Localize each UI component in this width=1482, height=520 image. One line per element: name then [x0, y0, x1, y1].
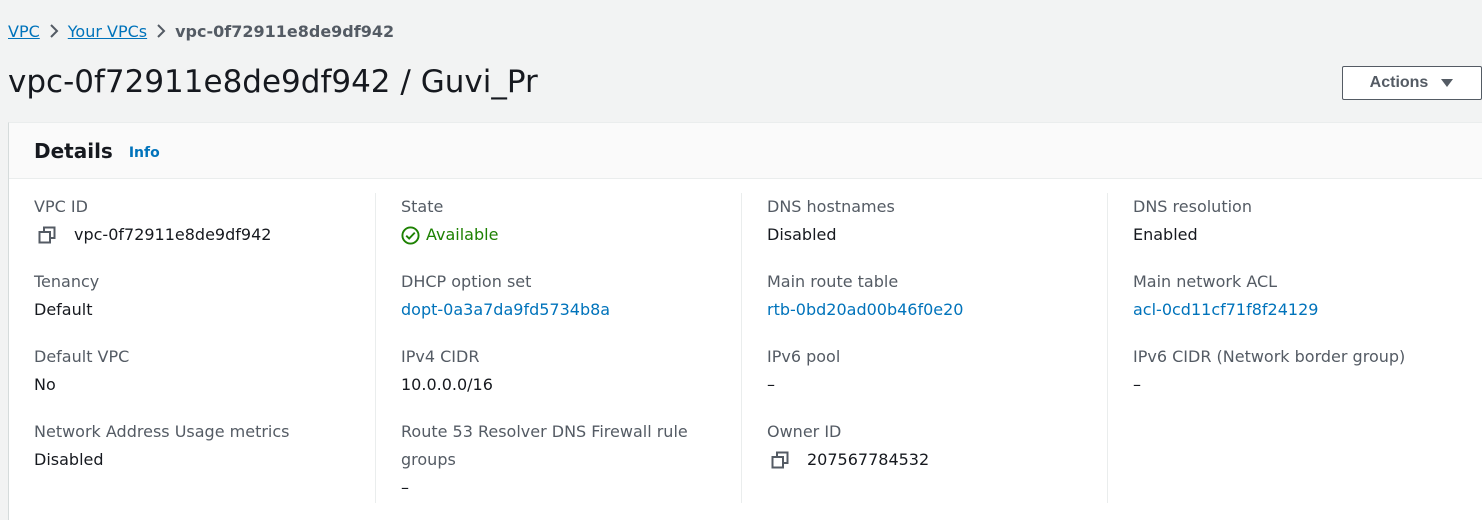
field-value: –: [401, 478, 409, 497]
field-label: IPv6 CIDR (Network border group): [1133, 347, 1406, 366]
status-success-icon: [401, 225, 420, 245]
details-column-1: VPC ID vpc-0f72911e8de9df942 Tenancy Def…: [9, 193, 375, 503]
field-label: IPv6 pool: [767, 347, 841, 366]
status-badge: Available: [426, 225, 499, 244]
field-route53-firewall: Route 53 Resolver DNS Firewall rule grou…: [401, 418, 732, 502]
field-ipv6-pool: IPv6 pool –: [767, 343, 1098, 399]
breadcrumb-link-your-vpcs[interactable]: Your VPCs: [68, 22, 147, 41]
details-heading: Details: [34, 138, 113, 163]
details-header: Details Info: [9, 123, 1482, 179]
field-state: State Available: [401, 193, 732, 249]
details-columns: VPC ID vpc-0f72911e8de9df942 Tenancy Def…: [9, 179, 1482, 519]
field-owner-id: Owner ID 207567784532: [767, 418, 1098, 474]
field-value-row: vpc-0f72911e8de9df942: [34, 221, 365, 249]
field-label: DNS resolution: [1133, 197, 1252, 216]
breadcrumb-link-vpc[interactable]: VPC: [8, 22, 40, 41]
dhcp-option-set-link[interactable]: dopt-0a3a7da9fd5734b8a: [401, 296, 732, 324]
field-label-line-2: groups: [401, 450, 456, 469]
page-title: vpc-0f72911e8de9df942 / Guvi_Pr: [8, 64, 538, 100]
field-label: Default VPC: [34, 347, 130, 366]
details-column-4: DNS resolution Enabled Main network ACL …: [1107, 193, 1474, 503]
breadcrumb-current: vpc-0f72911e8de9df942: [175, 21, 395, 41]
field-ipv6-cidr: IPv6 CIDR (Network border group) –: [1133, 343, 1464, 399]
info-link[interactable]: Info: [129, 145, 160, 161]
field-value-row: Available: [401, 221, 732, 249]
main-route-table-link[interactable]: rtb-0bd20ad00b46f0e20: [767, 296, 1098, 324]
field-label: Main network ACL: [1133, 272, 1278, 291]
field-network-address-usage: Network Address Usage metrics Disabled: [34, 418, 365, 474]
actions-button[interactable]: Actions: [1342, 66, 1482, 100]
field-vpc-id: VPC ID vpc-0f72911e8de9df942: [34, 193, 365, 249]
field-value: vpc-0f72911e8de9df942: [74, 225, 272, 244]
details-column-3: DNS hostnames Disabled Main route table …: [741, 193, 1108, 503]
field-label: State: [401, 197, 444, 216]
field-value-row: 207567784532: [767, 446, 1098, 474]
chevron-right-icon: [40, 24, 68, 38]
field-value: 207567784532: [807, 450, 930, 469]
field-value: –: [767, 375, 775, 394]
field-value: 10.0.0.0/16: [401, 375, 493, 394]
field-value: Disabled: [767, 225, 837, 244]
column-divider: [1107, 193, 1108, 503]
field-label: Tenancy: [34, 272, 100, 291]
column-divider: [375, 193, 376, 503]
field-main-route-table: Main route table rtb-0bd20ad00b46f0e20: [767, 268, 1098, 324]
field-ipv4-cidr: IPv4 CIDR 10.0.0.0/16: [401, 343, 732, 399]
copy-icon[interactable]: [771, 451, 793, 469]
field-default-vpc: Default VPC No: [34, 343, 365, 399]
field-value: Disabled: [34, 450, 104, 469]
field-tenancy: Tenancy Default: [34, 268, 365, 324]
details-column-2: State Available DHCP option set dopt-0a3…: [375, 193, 742, 503]
column-divider: [741, 193, 742, 503]
field-dns-hostnames: DNS hostnames Disabled: [767, 193, 1098, 249]
field-dns-resolution: DNS resolution Enabled: [1133, 193, 1464, 249]
breadcrumb: VPC Your VPCs vpc-0f72911e8de9df942: [8, 19, 394, 43]
field-value: –: [1133, 375, 1141, 394]
field-label: DHCP option set: [401, 272, 532, 291]
main-network-acl-link[interactable]: acl-0cd11cf71f8f24129: [1133, 296, 1464, 324]
field-label-line-1: Route 53 Resolver DNS Firewall rule: [401, 422, 688, 441]
details-panel: Details Info VPC ID vpc-0f72911e8de9df94…: [8, 122, 1482, 520]
field-dhcp-option-set: DHCP option set dopt-0a3a7da9fd5734b8a: [401, 268, 732, 324]
field-value: Default: [34, 300, 93, 319]
field-label: Owner ID: [767, 422, 842, 441]
actions-button-label: Actions: [1369, 74, 1429, 91]
field-value: Enabled: [1133, 225, 1198, 244]
field-label: VPC ID: [34, 197, 88, 216]
field-label: IPv4 CIDR: [401, 347, 480, 366]
field-label: DNS hostnames: [767, 197, 895, 216]
field-label: Network Address Usage metrics: [34, 422, 290, 441]
chevron-right-icon: [147, 24, 175, 38]
copy-icon[interactable]: [38, 226, 60, 244]
field-label: Main route table: [767, 272, 899, 291]
field-main-network-acl: Main network ACL acl-0cd11cf71f8f24129: [1133, 268, 1464, 324]
caret-down-icon: [1440, 76, 1454, 90]
field-value: No: [34, 375, 56, 394]
